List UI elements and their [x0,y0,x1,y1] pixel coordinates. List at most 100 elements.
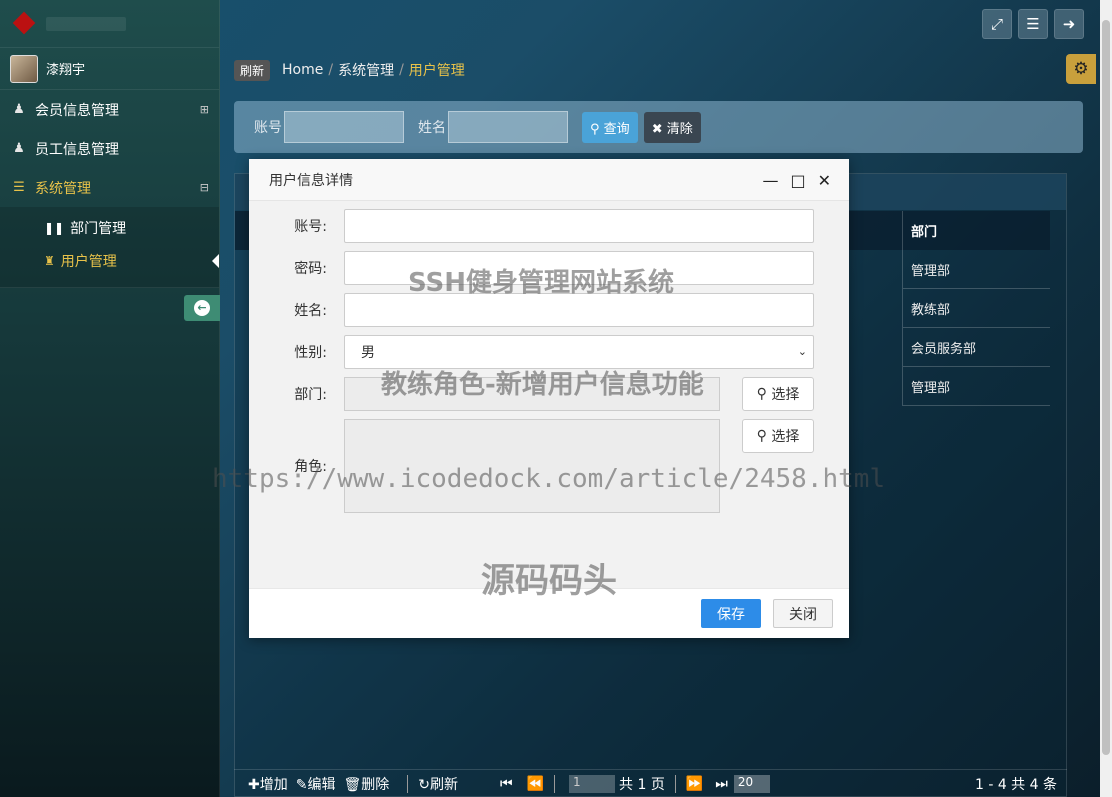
add-button[interactable]: ✚增加 [248,774,288,794]
breadcrumb-separator: / [399,62,404,78]
gear-icon: ⚙ [1073,59,1089,79]
list-icon: ☰ [13,180,25,195]
watermark-brand: 源码码头 [481,561,617,601]
query-button[interactable]: ⚲ 查询 [582,111,638,143]
search-icon: ⚲ [756,386,767,402]
table-cell-department[interactable]: 管理部 [902,367,1050,406]
account-field[interactable] [344,209,814,243]
name-field-label: 姓名: [294,303,327,319]
nav-label: 会员信息管理 [35,102,119,119]
select-role-button[interactable]: ⚲ 选择 [742,419,814,453]
nav-item-member-info[interactable]: ♟ 会员信息管理 ⊞ [0,90,219,129]
first-page-icon[interactable]: ⏮ [500,776,513,792]
gender-field-label: 性别: [294,345,327,361]
expand-icon: ⤢ [990,15,1003,33]
account-label: 账号 [254,120,282,136]
fullscreen-button[interactable]: ⤢ [982,9,1012,39]
dialog-controls: — □ ✕ [762,171,831,190]
form-row-account: 账号: [249,209,814,243]
nav-label: 用户管理 [60,253,117,270]
search-bar: 账号 姓名 ⚲ 查询 ✖ 清除 [234,101,1083,153]
nav-label: 系统管理 [35,180,91,197]
table-cell-department[interactable]: 会员服务部 [902,328,1050,367]
maximize-icon[interactable]: □ [790,171,805,190]
password-field-label: 密码: [294,261,327,277]
account-search-input[interactable] [284,111,404,143]
page-size-select[interactable]: 20 [733,774,770,793]
name-label: 姓名 [418,120,446,136]
total-pages: 共 1 页 [619,776,665,793]
next-page-icon[interactable]: ⏩ [686,776,703,792]
save-button[interactable]: 保存 [701,599,761,628]
sidebar-item-user[interactable]: ♜ 用户管理 [0,244,219,277]
logout-button[interactable]: ➜ [1054,9,1084,39]
watermark-subtitle: 教练角色-新增用户信息功能 [381,370,704,400]
close-button[interactable]: 关闭 [773,599,833,628]
page-number-input[interactable]: 1 [569,774,616,793]
pick-label: 选择 [771,429,800,445]
breadcrumb-system[interactable]: 系统管理 [338,60,394,80]
table-refresh-button[interactable]: ↻刷新 [418,774,458,794]
nav-label: 部门管理 [70,220,127,237]
watermark-title: SSH健身管理网站系统 [408,268,675,298]
table-toolbar: ✚增加 ✎编辑 🗑删除 ↻刷新 ⏮ ⏪ 1 共 1 页 ⏩ ⏭ 20 1 - 4… [234,769,1067,797]
refresh-label: 刷新 [429,776,458,793]
edit-button[interactable]: ✎编辑 [296,774,336,794]
logo-icon [12,11,38,37]
nav-item-staff-info[interactable]: ♟ 员工信息管理 [0,129,219,168]
sidebar-item-department[interactable]: ❚❚ 部门管理 [0,211,219,244]
collapse-icon: ⊟ [199,181,209,194]
sidebar-collapse-button[interactable]: ← [184,295,220,321]
dialog-title: 用户信息详情 [269,172,353,189]
rook-icon: ♜ [44,253,55,268]
divider [674,774,676,793]
menu-button[interactable]: ☰ [1018,9,1048,39]
logo [0,0,219,48]
nav-label: 员工信息管理 [35,141,119,158]
breadcrumb-current: 用户管理 [408,63,465,79]
nav-item-system[interactable]: ☰ 系统管理 ⊟ [0,168,219,207]
delete-label: 删除 [361,776,390,793]
breadcrumb-separator: / [328,62,334,78]
gender-value: 男 [361,345,375,361]
avatar [10,54,38,83]
table-cell-department[interactable]: 教练部 [902,289,1050,328]
system-submenu: ❚❚ 部门管理 ♜ 用户管理 [0,207,219,288]
divider [407,774,409,793]
refresh-button[interactable]: 刷新 [234,59,271,81]
user-name: 漆翔宇 [46,63,86,78]
delete-button[interactable]: 🗑删除 [343,774,389,794]
search-icon: ⚲ [590,121,600,137]
refresh-icon: ↻ [418,776,430,793]
sidebar: 漆翔宇 ♟ 会员信息管理 ⊞ ♟ 员工信息管理 ☰ 系统管理 ⊟ ❚❚ 部门管理… [0,0,220,797]
settings-button[interactable]: ⚙ [1066,54,1096,84]
pause-icon: ❚❚ [44,220,65,235]
chevron-down-icon: ⌄ [797,345,807,358]
last-page-icon[interactable]: ⏭ [715,776,728,792]
clear-button[interactable]: ✖ 清除 [643,111,701,143]
add-label: 增加 [259,776,288,793]
select-department-button[interactable]: ⚲ 选择 [742,377,814,411]
menu-icon: ☰ [1026,15,1040,33]
watermark-url: https://www.icodedock.com/article/2458.h… [212,464,886,494]
close-icon: ✖ [651,121,663,137]
account-field-label: 账号: [294,219,327,235]
scrollbar[interactable] [1100,0,1112,797]
column-header-department[interactable]: 部门 [902,211,1050,250]
prev-page-icon[interactable]: ⏪ [527,776,544,792]
scrollbar-thumb[interactable] [1102,20,1110,755]
table-cell-department[interactable]: 管理部 [902,250,1050,289]
user-icon: ♟ [13,102,25,117]
breadcrumb: 刷新 Home / 系统管理 / 用户管理 [234,58,465,82]
close-icon[interactable]: ✕ [818,171,831,190]
minimize-icon[interactable]: — [762,171,778,190]
breadcrumb-home[interactable]: Home [282,62,323,78]
user-profile[interactable]: 漆翔宇 [0,48,219,90]
department-field-label: 部门: [294,387,327,403]
edit-icon: ✎ [295,776,308,793]
record-info: 1 - 4 共 4 条 [974,776,1057,793]
expand-icon: ⊞ [199,103,209,116]
name-search-input[interactable] [448,111,568,143]
active-caret-icon [212,254,219,268]
pick-label: 选择 [771,387,800,403]
